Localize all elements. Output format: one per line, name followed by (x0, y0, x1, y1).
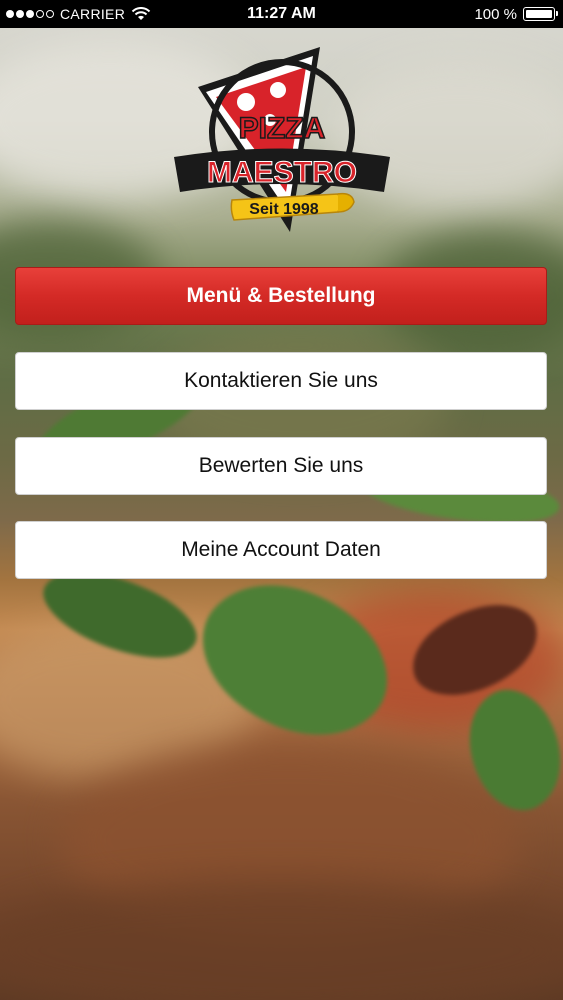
logo-brand-top: PIZZA (239, 112, 326, 145)
contact-button[interactable]: Kontaktieren Sie uns (15, 352, 547, 410)
account-data-label: Meine Account Daten (181, 538, 381, 561)
menu-order-button[interactable]: Menü & Bestellung (15, 267, 547, 325)
logo-brand-main: MAESTRO (207, 156, 357, 189)
battery-percent: 100 % (474, 5, 517, 23)
status-bar: CARRIER 11:27 AM 100 % (0, 0, 563, 28)
contact-label: Kontaktieren Sie uns (184, 369, 378, 392)
rate-button[interactable]: Bewerten Sie uns (15, 437, 547, 495)
rate-label: Bewerten Sie uns (198, 454, 364, 477)
account-data-button[interactable]: Meine Account Daten (15, 521, 547, 579)
battery-icon (523, 7, 558, 21)
logo-since: Seit 1998 (249, 201, 318, 218)
menu-order-label: Menü & Bestellung (186, 284, 376, 307)
pizza-maestro-logo: PIZZA MAESTRO Seit 1998 (174, 47, 390, 232)
